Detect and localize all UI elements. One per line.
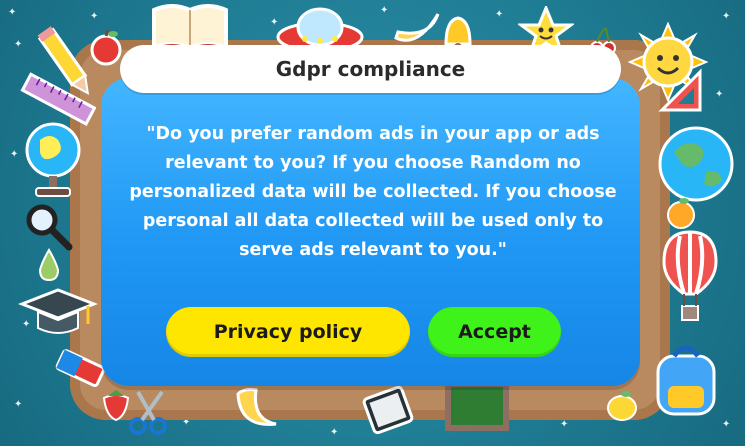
star-decoration: ✦ [722,419,731,430]
banana-icon [392,8,442,48]
globe-icon [22,118,84,200]
game-screen: ✦ ✦ ✦ ✦ ✦ ✦ ✦ ✦ ✦ ✦ ✦ ✦ ✦ ✦ ✦ ✦ ✦ ✦ [0,0,745,446]
star-decoration: ✦ [330,427,339,438]
scissors-icon [128,388,172,436]
star-decoration: ✦ [10,149,19,160]
accept-button[interactable]: Accept [428,307,561,357]
earth-icon [656,124,736,204]
star-decoration: ✦ [380,5,389,16]
star-decoration: ✦ [495,9,504,20]
privacy-policy-button[interactable]: Privacy policy [166,307,410,357]
dialog-title: Gdpr compliance [275,57,466,81]
star-decoration: ✦ [715,89,724,100]
tablet-icon [360,386,416,434]
magnifier-icon [24,202,74,252]
hot-air-balloon-icon [660,228,720,328]
triangle-ruler-icon [658,68,704,114]
star-decoration: ✦ [14,399,23,410]
orange-icon [664,196,698,230]
star-decoration: ✦ [90,11,99,22]
chalkboard-icon [444,380,510,432]
pear-icon [34,246,64,282]
dialog-title-bar: Gdpr compliance [120,45,621,93]
eraser-icon [52,346,108,392]
backpack-icon [648,342,728,418]
star-decoration: ✦ [14,39,23,50]
star-decoration: ✦ [560,419,569,430]
star-decoration: ✦ [8,7,17,18]
graduation-cap-icon [18,284,98,340]
dialog-message: "Do you prefer random ads in your app or… [129,124,617,260]
star-decoration: ✦ [722,11,731,22]
moon-icon [230,384,290,434]
lemon-icon [604,388,640,424]
